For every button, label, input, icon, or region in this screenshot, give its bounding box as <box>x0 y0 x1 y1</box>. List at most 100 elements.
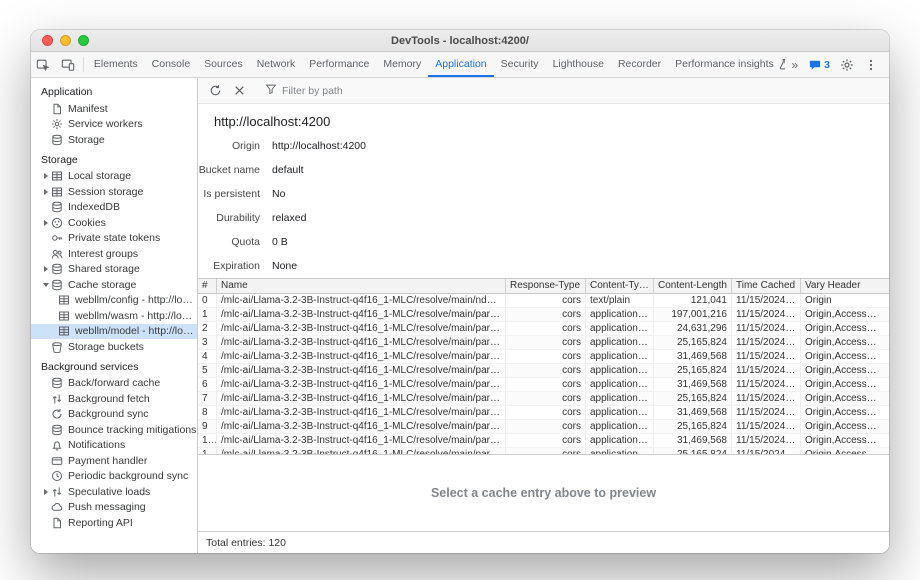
table-row[interactable]: 2 /mlc-ai/Llama-3.2-3B-Instruct-q4f16_1-… <box>198 322 889 336</box>
tab-lighthouse[interactable]: Lighthouse <box>546 52 611 77</box>
column-header-response-type[interactable]: Response-Type <box>506 279 586 293</box>
table-row[interactable]: 0 /mlc-ai/Llama-3.2-3B-Instruct-q4f16_1-… <box>198 294 889 308</box>
database-icon <box>51 279 63 291</box>
close-window-button[interactable] <box>42 35 53 46</box>
detail-label: Bucket name <box>198 164 260 176</box>
table-row[interactable]: 1 /mlc-ai/Llama-3.2-3B-Instruct-q4f16_1-… <box>198 308 889 322</box>
tab-recorder[interactable]: Recorder <box>611 52 668 77</box>
desktop: DevTools - localhost:4200/ Elements Cons… <box>0 0 920 580</box>
sidebar-item-push-messaging[interactable]: Push messaging <box>31 500 197 516</box>
column-header-content-type[interactable]: Content-Type <box>586 279 654 293</box>
sidebar-item-session-storage[interactable]: Session storage <box>31 184 197 200</box>
sidebar-item-payment-handler[interactable]: Payment handler <box>31 453 197 469</box>
application-sidebar: Application Manifest Service workers Sto… <box>31 78 198 553</box>
detail-label: Origin <box>198 140 260 152</box>
cache-toolbar <box>198 78 889 104</box>
sidebar-item-indexeddb[interactable]: IndexedDB <box>31 200 197 216</box>
minimize-window-button[interactable] <box>60 35 71 46</box>
settings-gear-icon[interactable] <box>835 58 859 72</box>
sidebar-item-manifest[interactable]: Manifest <box>31 101 197 117</box>
collapse-arrow-icon[interactable] <box>41 283 51 287</box>
sidebar-item-interest-groups[interactable]: Interest groups <box>31 246 197 262</box>
detail-value: None <box>272 260 297 272</box>
column-header-content-length[interactable]: Content-Length <box>654 279 732 293</box>
tab-performance[interactable]: Performance <box>302 52 376 77</box>
table-row[interactable]: 3 /mlc-ai/Llama-3.2-3B-Instruct-q4f16_1-… <box>198 336 889 350</box>
sidebar-item-reporting-api[interactable]: Reporting API <box>31 515 197 531</box>
expand-arrow-icon[interactable] <box>41 266 51 272</box>
sidebar-item-private-state-tokens[interactable]: Private state tokens <box>31 231 197 247</box>
sidebar-section-application[interactable]: Application <box>31 80 197 101</box>
column-header-index[interactable]: # <box>198 279 217 293</box>
bucket-icon <box>51 341 63 353</box>
table-row[interactable]: 5 /mlc-ai/Llama-3.2-3B-Instruct-q4f16_1-… <box>198 364 889 378</box>
tab-network[interactable]: Network <box>250 52 303 77</box>
database-icon <box>51 134 63 146</box>
zoom-window-button[interactable] <box>78 35 89 46</box>
preview-placeholder: Select a cache entry above to preview <box>198 454 889 531</box>
flask-icon <box>778 58 786 70</box>
sidebar-item-webllm-model[interactable]: webllm/model - http://loc… <box>31 324 197 340</box>
column-header-vary-header[interactable]: Vary Header <box>801 279 889 293</box>
sidebar-item-background-sync[interactable]: Background sync <box>31 407 197 423</box>
sidebar-section-storage[interactable]: Storage <box>31 148 197 169</box>
table-icon <box>58 325 70 337</box>
up-down-arrows-icon <box>51 393 63 405</box>
expand-arrow-icon[interactable] <box>41 173 51 179</box>
table-row[interactable]: 8 /mlc-ai/Llama-3.2-3B-Instruct-q4f16_1-… <box>198 406 889 420</box>
sidebar-item-cache-storage[interactable]: Cache storage <box>31 277 197 293</box>
table-row[interactable]: 9 /mlc-ai/Llama-3.2-3B-Instruct-q4f16_1-… <box>198 420 889 434</box>
sidebar-item-periodic-background-sync[interactable]: Periodic background sync <box>31 469 197 485</box>
sidebar-item-local-storage[interactable]: Local storage <box>31 169 197 185</box>
tab-elements[interactable]: Elements <box>87 52 145 77</box>
database-icon <box>51 201 63 213</box>
table-row[interactable]: 10 /mlc-ai/Llama-3.2-3B-Instruct-q4f16_1… <box>198 434 889 448</box>
sidebar-item-shared-storage[interactable]: Shared storage <box>31 262 197 278</box>
delete-selected-icon[interactable] <box>228 81 250 101</box>
more-panels-icon[interactable]: » <box>785 58 804 72</box>
panel-tabs: Elements Console Sources Network Perform… <box>87 52 786 77</box>
key-icon <box>51 232 63 244</box>
expand-arrow-icon[interactable] <box>41 489 51 495</box>
detail-value: relaxed <box>272 212 306 224</box>
console-messages-icon[interactable]: 3 <box>804 59 835 71</box>
sidebar-item-webllm-config[interactable]: webllm/config - http://loc… <box>31 293 197 309</box>
cache-details: http://localhost:4200 Origin http://loca… <box>198 104 889 278</box>
sidebar-section-background-services[interactable]: Background services <box>31 355 197 376</box>
sidebar-item-speculative-loads[interactable]: Speculative loads <box>31 484 197 500</box>
table-row[interactable]: 4 /mlc-ai/Llama-3.2-3B-Instruct-q4f16_1-… <box>198 350 889 364</box>
inspect-element-icon[interactable] <box>31 52 55 77</box>
tab-console[interactable]: Console <box>145 52 198 77</box>
sidebar-item-background-fetch[interactable]: Background fetch <box>31 391 197 407</box>
table-header-row: # Name Response-Type Content-Type Conten… <box>198 279 889 294</box>
tab-application[interactable]: Application <box>428 52 493 77</box>
sidebar-item-back-forward-cache[interactable]: Back/forward cache <box>31 376 197 392</box>
sidebar-item-storage-buckets[interactable]: Storage buckets <box>31 339 197 355</box>
sidebar-item-bounce-tracking-mitigations[interactable]: Bounce tracking mitigations <box>31 422 197 438</box>
table-icon <box>58 294 70 306</box>
column-header-name[interactable]: Name <box>217 279 506 293</box>
sidebar-item-notifications[interactable]: Notifications <box>31 438 197 454</box>
sidebar-item-storage[interactable]: Storage <box>31 132 197 148</box>
filter-by-path-input[interactable] <box>282 85 883 97</box>
tab-sources[interactable]: Sources <box>197 52 250 77</box>
sidebar-item-cookies[interactable]: Cookies <box>31 215 197 231</box>
table-row[interactable]: 7 /mlc-ai/Llama-3.2-3B-Instruct-q4f16_1-… <box>198 392 889 406</box>
sidebar-item-webllm-wasm[interactable]: webllm/wasm - http://loca… <box>31 308 197 324</box>
kebab-menu-icon[interactable] <box>859 58 883 72</box>
tab-performance-insights[interactable]: Performance insights <box>668 52 785 77</box>
device-toolbar-icon[interactable] <box>55 52 79 77</box>
tab-security[interactable]: Security <box>494 52 546 77</box>
column-header-time-cached[interactable]: Time Cached <box>732 279 801 293</box>
database-icon <box>51 263 63 275</box>
refresh-icon[interactable] <box>204 81 226 101</box>
up-down-arrows-icon <box>51 486 63 498</box>
expand-arrow-icon[interactable] <box>41 220 51 226</box>
tab-memory[interactable]: Memory <box>376 52 428 77</box>
toolbar-divider <box>83 57 84 72</box>
detail-value: 0 B <box>272 236 288 248</box>
window-title: DevTools - localhost:4200/ <box>31 35 889 47</box>
table-row[interactable]: 6 /mlc-ai/Llama-3.2-3B-Instruct-q4f16_1-… <box>198 378 889 392</box>
sidebar-item-service-workers[interactable]: Service workers <box>31 117 197 133</box>
expand-arrow-icon[interactable] <box>41 189 51 195</box>
